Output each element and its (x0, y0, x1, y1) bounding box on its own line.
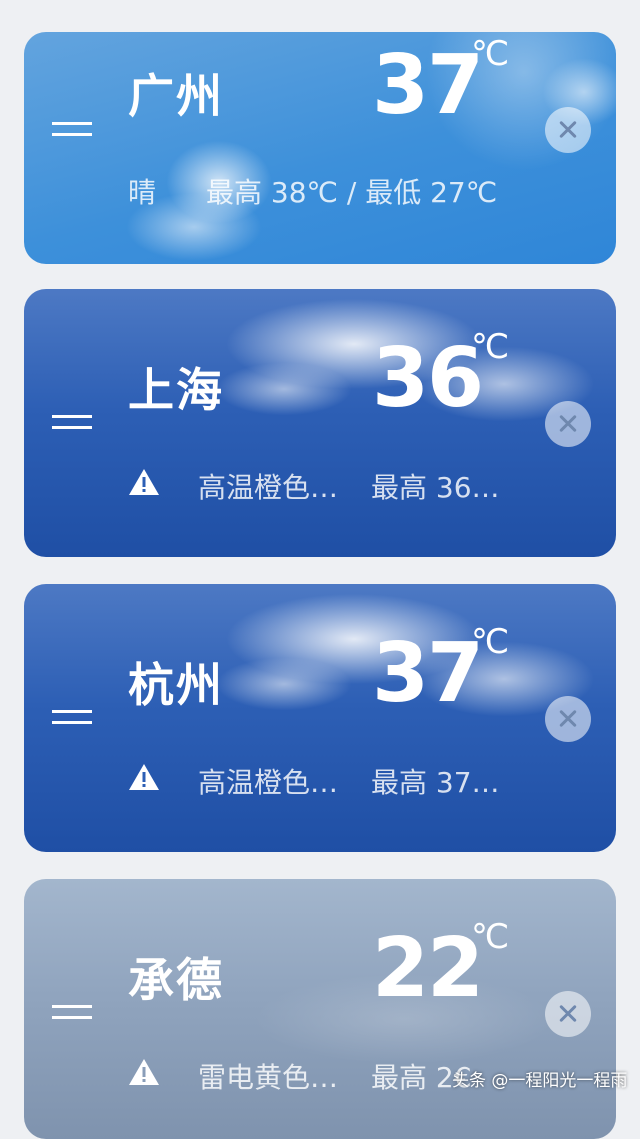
temperature-high: 最高 36… (371, 471, 500, 504)
drag-handle-icon[interactable] (52, 710, 92, 724)
warning-icon (129, 469, 159, 495)
close-icon[interactable] (545, 107, 591, 153)
current-temperature: 22 (372, 921, 484, 1016)
drag-handle-icon[interactable] (52, 1005, 92, 1019)
city-name: 杭州 (128, 658, 224, 712)
weather-alert: 高温橙色… (198, 471, 339, 504)
weather-alert: 高温橙色… (198, 766, 339, 799)
temperature-unit: ℃ (471, 917, 510, 957)
warning-icon (129, 764, 159, 790)
temperature-unit: ℃ (471, 327, 510, 367)
current-temperature: 36 (372, 331, 484, 426)
temperature-unit: ℃ (471, 34, 510, 74)
city-card-chengde[interactable]: 承德 22 ℃ 雷电黄色… 最高 2€ (24, 879, 616, 1139)
current-temperature: 37 (372, 38, 484, 133)
warning-icon (129, 1059, 159, 1085)
city-name: 广州 (128, 69, 224, 123)
drag-handle-icon[interactable] (52, 122, 92, 136)
weather-alert: 雷电黄色… (198, 1061, 339, 1094)
temperature-range: 最高 38℃ / 最低 27℃ (206, 176, 498, 209)
city-card-shanghai[interactable]: 上海 36 ℃ 高温橙色… 最高 36… (24, 289, 616, 557)
city-name: 上海 (128, 363, 224, 417)
watermark: 头条 @一程阳光一程雨 (452, 1071, 628, 1091)
close-icon[interactable] (545, 696, 591, 742)
city-name: 承德 (128, 953, 224, 1007)
temperature-unit: ℃ (471, 622, 510, 662)
close-icon[interactable] (545, 401, 591, 447)
current-temperature: 37 (372, 626, 484, 721)
close-icon[interactable] (545, 991, 591, 1037)
city-card-guangzhou[interactable]: 广州 37 ℃ 晴 最高 38℃ / 最低 27℃ (24, 32, 616, 264)
city-card-hangzhou[interactable]: 杭州 37 ℃ 高温橙色… 最高 37… (24, 584, 616, 852)
temperature-high: 最高 37… (371, 766, 500, 799)
drag-handle-icon[interactable] (52, 415, 92, 429)
weather-condition: 晴 (128, 176, 157, 209)
